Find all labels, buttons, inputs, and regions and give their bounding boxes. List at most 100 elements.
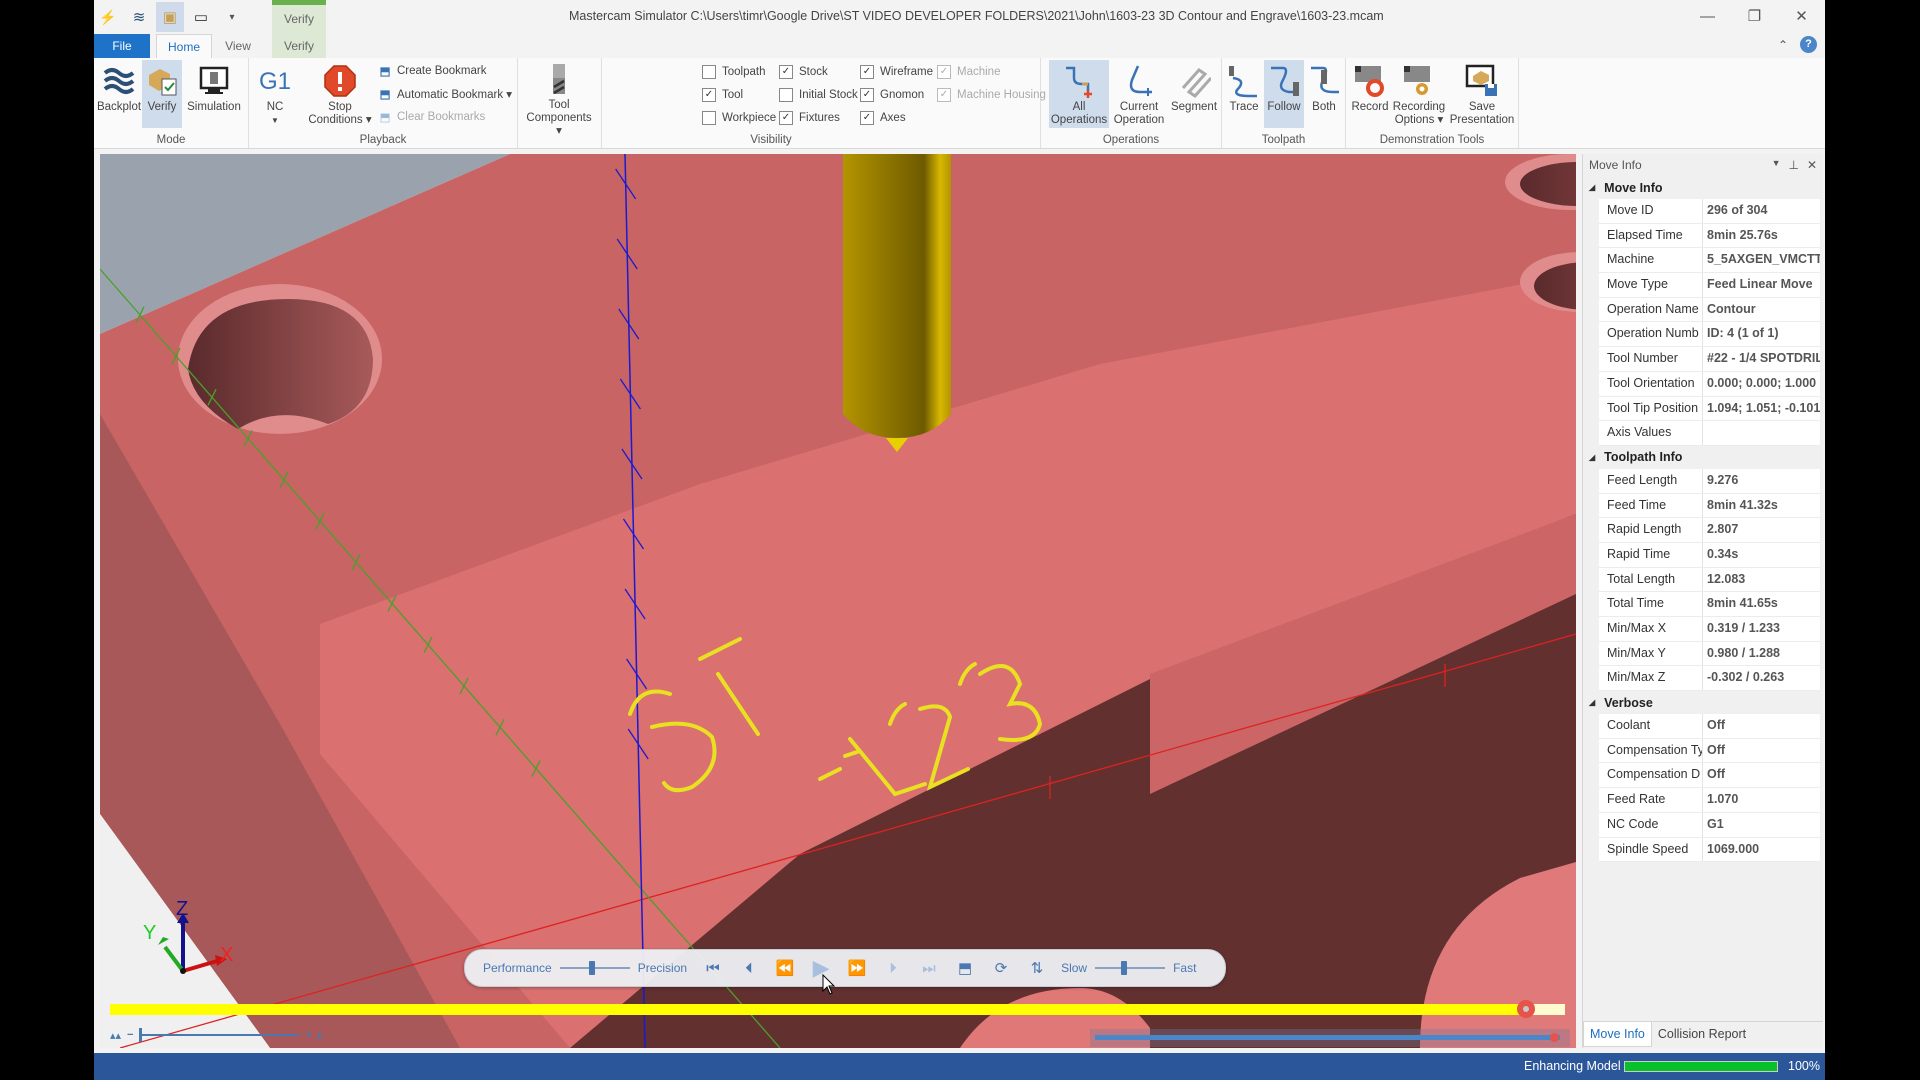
- verify-button[interactable]: Verify: [142, 60, 182, 128]
- customize-quick-access-icon[interactable]: ▾: [218, 2, 246, 32]
- property-row[interactable]: Operation Numb ID: 4 (1 of 1): [1599, 322, 1820, 348]
- property-row[interactable]: Tool Number #22 - 1/4 SPOTDRIL: [1599, 347, 1820, 372]
- property-row[interactable]: Tool Tip Position 1.094; 1.051; -0.101: [1599, 396, 1820, 422]
- minimize-button[interactable]: —: [1684, 0, 1731, 32]
- property-row[interactable]: Tool Orientation 0.000; 0.000; 1.000: [1599, 371, 1820, 397]
- section-header[interactable]: ◢ Toolpath Info: [1583, 446, 1823, 469]
- property-row[interactable]: Feed Length 9.276: [1599, 468, 1820, 494]
- help-icon[interactable]: ?: [1800, 36, 1817, 53]
- checkbox-box[interactable]: ✓: [860, 88, 874, 102]
- tab-collision-report[interactable]: Collision Report: [1652, 1022, 1752, 1046]
- property-row[interactable]: Rapid Length 2.807: [1599, 518, 1820, 543]
- checkbox-machine[interactable]: ✓ Machine: [937, 62, 1000, 82]
- all-operations-button[interactable]: All Operations: [1049, 60, 1109, 128]
- collapse-triangle-icon[interactable]: ◢: [1589, 453, 1595, 462]
- zoom-in-icon[interactable]: +: [305, 1029, 311, 1041]
- zoom-slider[interactable]: [139, 1028, 300, 1042]
- checkbox-box[interactable]: ✓: [779, 65, 793, 79]
- checkbox-box[interactable]: [702, 111, 716, 125]
- checkbox-gnomon[interactable]: ✓ Gnomon: [860, 85, 924, 105]
- collapse-ribbon-icon[interactable]: ⌃: [1778, 38, 1788, 52]
- property-row[interactable]: Operation Name Contour: [1599, 297, 1820, 323]
- follow-button[interactable]: Follow: [1264, 60, 1304, 128]
- checkbox-workpiece[interactable]: Workpiece: [702, 108, 776, 128]
- checkbox-toolpath[interactable]: Toolpath: [702, 62, 765, 82]
- zoom-out-icon[interactable]: −: [127, 1029, 133, 1041]
- quality-slider[interactable]: [559, 961, 630, 975]
- rewind-button[interactable]: ⏪: [767, 953, 803, 983]
- checkbox-box[interactable]: ✓: [937, 88, 951, 102]
- restore-button[interactable]: ❐: [1731, 0, 1778, 32]
- checkbox-box[interactable]: [702, 65, 716, 79]
- simulation-progress-slider[interactable]: [110, 1000, 1565, 1018]
- checkbox-tool[interactable]: ✓ Tool: [702, 85, 743, 105]
- property-row[interactable]: Min/Max X 0.319 / 1.233: [1599, 617, 1820, 642]
- property-row[interactable]: NC Code G1: [1599, 812, 1820, 838]
- zoom-out-far-icon[interactable]: ▴▴: [110, 1029, 121, 1042]
- property-row[interactable]: Axis Values: [1599, 421, 1820, 446]
- property-row[interactable]: Spindle Speed 1069.000: [1599, 837, 1820, 863]
- reset-icon[interactable]: ⇅: [1019, 953, 1055, 983]
- checkbox-box[interactable]: ✓: [860, 65, 874, 79]
- go-to-end-button[interactable]: ⏭: [911, 953, 947, 983]
- property-row[interactable]: Total Length 12.083: [1599, 567, 1820, 593]
- step-back-button[interactable]: ⏴: [731, 953, 767, 983]
- collapse-triangle-icon[interactable]: ◢: [1589, 698, 1595, 707]
- current-operation-button[interactable]: Current Operation: [1111, 60, 1167, 128]
- stop-conditions-button[interactable]: Stop Conditions ▾: [305, 60, 375, 128]
- go-to-start-button[interactable]: ⏮: [695, 953, 731, 983]
- slider-thumb[interactable]: [1120, 961, 1127, 975]
- section-header[interactable]: ◢ Move Info: [1583, 176, 1823, 199]
- tab-move-info[interactable]: Move Info: [1583, 1022, 1652, 1047]
- trace-button[interactable]: Trace: [1226, 60, 1262, 128]
- backplot-icon[interactable]: ≋: [125, 2, 153, 32]
- checkbox-fixtures[interactable]: ✓ Fixtures: [779, 108, 840, 128]
- verify-icon[interactable]: ▣: [156, 2, 184, 32]
- property-row[interactable]: Compensation D Off: [1599, 763, 1820, 789]
- slider-thumb[interactable]: [588, 961, 595, 975]
- save-presentation-button[interactable]: Save Presentation: [1450, 60, 1514, 128]
- property-row[interactable]: Coolant Off: [1599, 714, 1820, 739]
- collapse-triangle-icon[interactable]: ◢: [1589, 183, 1595, 192]
- checkbox-box[interactable]: [779, 88, 793, 102]
- pin-icon[interactable]: ⊥: [1788, 158, 1798, 172]
- both-button[interactable]: Both: [1306, 60, 1342, 128]
- property-row[interactable]: Move ID 296 of 304: [1599, 199, 1820, 224]
- graphics-viewport[interactable]: Z Y X Performance Precision ⏮ ⏴ ⏪ ▶ ⏩ ⏵ …: [100, 154, 1576, 1048]
- simulation-button[interactable]: Simulation: [184, 60, 244, 128]
- checkbox-stock[interactable]: ✓ Stock: [779, 62, 828, 82]
- checkbox-axes[interactable]: ✓ Axes: [860, 108, 906, 128]
- zoom-in-far-icon[interactable]: ▸: [318, 1029, 324, 1042]
- automatic-bookmark-button[interactable]: ⬒ Automatic Bookmark ▾: [377, 84, 513, 104]
- nc-button[interactable]: G1 NC ▼: [255, 60, 295, 128]
- panel-dropdown-icon[interactable]: ▼: [1772, 158, 1781, 172]
- checkbox-machine-housing[interactable]: ✓ Machine Housing: [937, 85, 1046, 105]
- property-row[interactable]: Move Type Feed Linear Move: [1599, 273, 1820, 298]
- panel-close-icon[interactable]: ✕: [1807, 158, 1817, 172]
- step-forward-button[interactable]: ⏵: [875, 953, 911, 983]
- add-bookmark-icon[interactable]: ⬒: [947, 953, 983, 983]
- property-row[interactable]: Rapid Time 0.34s: [1599, 542, 1820, 568]
- tab-file[interactable]: File: [94, 34, 150, 58]
- property-row[interactable]: Machine 5_5AXGEN_VMCTTA: [1599, 248, 1820, 274]
- simulation-icon[interactable]: ▭: [187, 2, 215, 32]
- create-bookmark-button[interactable]: ⬒ Create Bookmark: [377, 61, 487, 81]
- property-row[interactable]: Elapsed Time 8min 25.76s: [1599, 223, 1820, 249]
- close-button[interactable]: ✕: [1778, 0, 1825, 32]
- property-row[interactable]: Feed Time 8min 41.32s: [1599, 493, 1820, 519]
- property-row[interactable]: Total Time 8min 41.65s: [1599, 592, 1820, 617]
- tool-components-button[interactable]: Tool Components ▾: [523, 60, 595, 137]
- speed-slider[interactable]: [1095, 961, 1166, 975]
- property-row[interactable]: Min/Max Z -0.302 / 0.263: [1599, 666, 1820, 692]
- fast-forward-button[interactable]: ⏩: [839, 953, 875, 983]
- tab-verify[interactable]: Verify: [272, 34, 326, 58]
- section-header[interactable]: ◢ Verbose: [1583, 691, 1823, 714]
- record-button[interactable]: Record: [1350, 60, 1390, 128]
- tab-home[interactable]: Home: [156, 34, 212, 59]
- checkbox-wireframe[interactable]: ✓ Wireframe: [860, 62, 933, 82]
- backplot-button[interactable]: Backplot: [97, 60, 141, 128]
- property-row[interactable]: Feed Rate 1.070: [1599, 788, 1820, 813]
- slider-thumb[interactable]: [139, 1028, 143, 1042]
- checkbox-box[interactable]: ✓: [702, 88, 716, 102]
- checkbox-initial-stock[interactable]: Initial Stock: [779, 85, 858, 105]
